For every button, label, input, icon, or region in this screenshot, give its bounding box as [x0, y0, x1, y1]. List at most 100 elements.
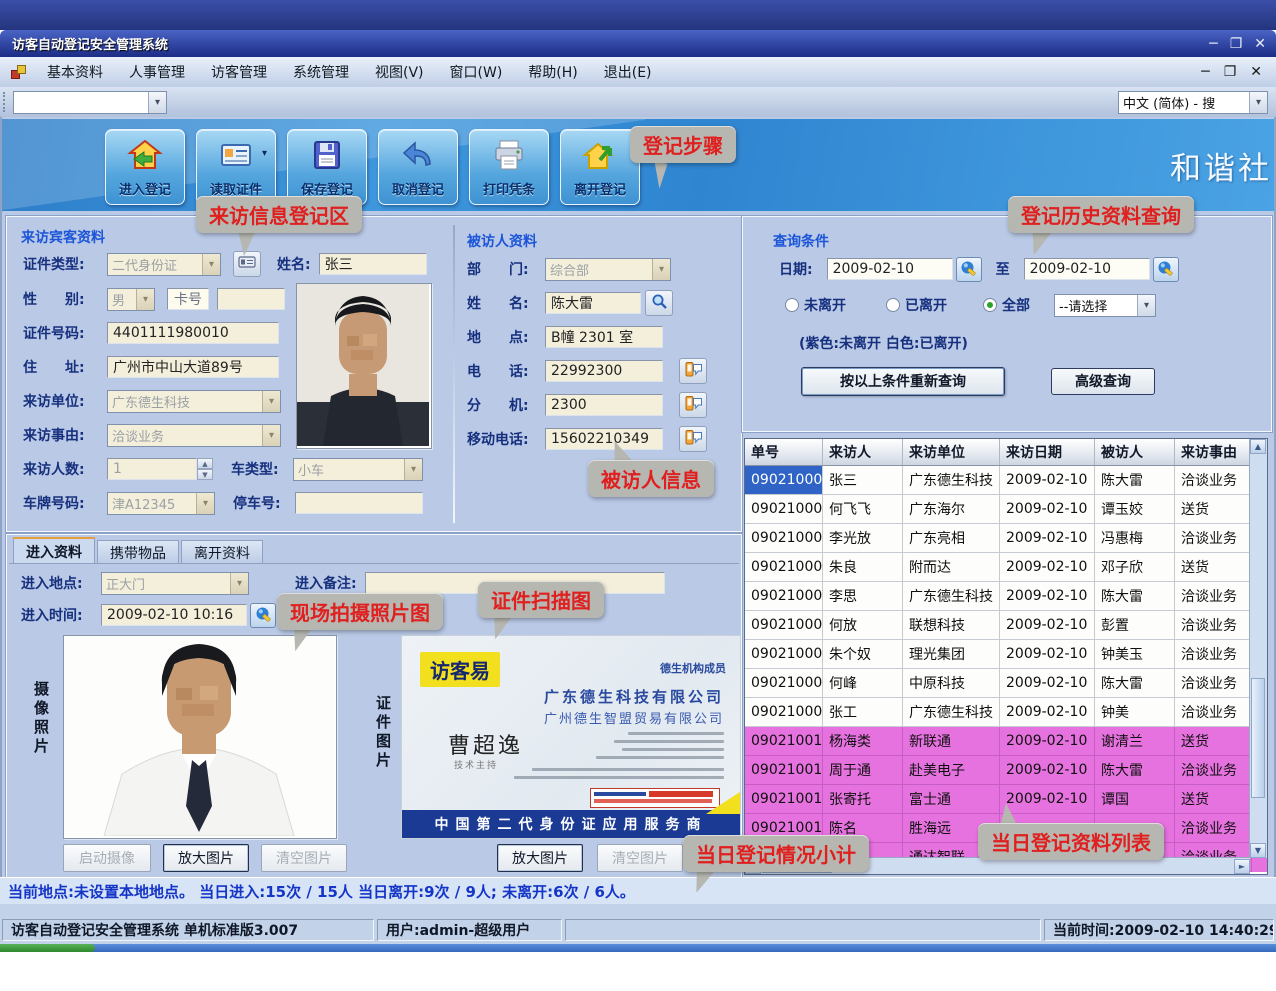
entry-place-select[interactable]: 正大门 ▾ [101, 572, 249, 595]
table-row-10[interactable]: 090210010杨海类新联通2009-02-10谢清兰送货 [745, 727, 1267, 756]
scroll-up-icon[interactable]: ▲ [1250, 439, 1266, 454]
table-cell[interactable]: 谭玉姣 [1095, 495, 1175, 524]
table-cell[interactable]: 张三 [823, 466, 903, 495]
table-cell[interactable]: 张工 [823, 698, 903, 727]
table-cell[interactable]: 洽谈业务 [1175, 756, 1252, 785]
radio-not-left[interactable] [785, 298, 799, 312]
mdi-close-icon[interactable]: ✕ [1250, 64, 1262, 80]
mobile-input[interactable]: 15602210349 [545, 428, 663, 450]
advanced-query-button[interactable]: 高级查询 [1051, 368, 1155, 395]
table-cell[interactable]: 洽谈业务 [1175, 611, 1252, 640]
close-icon[interactable]: ✕ [1254, 36, 1266, 52]
table-cell[interactable]: 广东德生科技 [903, 466, 1000, 495]
table-cell[interactable]: 何峰 [823, 669, 903, 698]
sms-ext-button[interactable] [679, 392, 707, 418]
table-cell[interactable]: 2009-02-10 [1000, 756, 1095, 785]
table-header-5[interactable]: 被访人 [1095, 439, 1175, 465]
table-cell[interactable]: 广东亮相 [903, 524, 1000, 553]
parking-input[interactable] [295, 492, 423, 514]
table-row-5[interactable]: 090210005李思广东德生科技2009-02-10陈大雷洽谈业务 [745, 582, 1267, 611]
toolbar-button-4[interactable]: 取消登记 [378, 129, 458, 205]
table-cell[interactable]: 2009-02-10 [1000, 553, 1095, 582]
mdi-minimize-icon[interactable]: ─ [1201, 64, 1209, 80]
table-header-1[interactable]: 单号 [745, 439, 823, 465]
taskbar-sliver[interactable] [0, 944, 1276, 952]
menu-item-8[interactable]: 退出(E) [591, 58, 665, 86]
table-cell[interactable]: 2009-02-10 [1000, 466, 1095, 495]
sms-phone-button[interactable] [679, 358, 707, 384]
table-cell[interactable]: 广东德生科技 [903, 582, 1000, 611]
menu-item-3[interactable]: 访客管理 [198, 58, 280, 86]
table-cell[interactable]: 送货 [1175, 495, 1252, 524]
menu-item-1[interactable]: 基本资料 [34, 58, 116, 86]
table-cell[interactable]: 洽谈业务 [1175, 466, 1252, 495]
table-header-3[interactable]: 来访单位 [903, 439, 1000, 465]
id-type-select[interactable]: 二代身份证 ▾ [107, 253, 221, 276]
chevron-down-icon[interactable]: ▾ [1249, 92, 1267, 113]
table-cell[interactable]: 陈大雷 [1095, 669, 1175, 698]
table-cell[interactable]: 新联通 [903, 727, 1000, 756]
quick-search-combo[interactable]: ▾ [13, 91, 167, 114]
table-row-11[interactable]: 090210011周于通赴美电子2009-02-10陈大雷洽谈业务 [745, 756, 1267, 785]
table-cell[interactable]: 联想科技 [903, 611, 1000, 640]
table-cell[interactable]: 周于通 [823, 756, 903, 785]
search-visited-button[interactable] [645, 290, 673, 316]
table-cell[interactable]: 090210010 [745, 727, 823, 756]
table-cell[interactable]: 李思 [823, 582, 903, 611]
table-cell[interactable]: 洽谈业务 [1175, 524, 1252, 553]
card-no-input[interactable] [217, 288, 285, 310]
table-cell[interactable]: 送货 [1175, 553, 1252, 582]
table-cell[interactable]: 2009-02-10 [1000, 611, 1095, 640]
visitor-name-input[interactable]: 张三 [319, 253, 427, 275]
restore-icon[interactable]: ❐ [1230, 36, 1243, 52]
toolbar-grip[interactable] [3, 92, 9, 112]
menu-item-7[interactable]: 帮助(H) [515, 58, 590, 86]
table-cell[interactable]: 送货 [1175, 785, 1252, 814]
reason-select[interactable]: 洽谈业务 ▾ [107, 424, 281, 447]
table-cell[interactable]: 洽谈业务 [1175, 582, 1252, 611]
minimize-icon[interactable]: ─ [1209, 36, 1217, 52]
phone-input[interactable]: 22992300 [545, 360, 663, 382]
table-cell[interactable]: 谭国 [1095, 785, 1175, 814]
toolbar-button-5[interactable]: 打印凭条 [469, 129, 549, 205]
table-cell[interactable]: 钟美玉 [1095, 640, 1175, 669]
table-cell[interactable]: 090210005 [745, 582, 823, 611]
mdi-restore-icon[interactable]: ❐ [1224, 64, 1237, 80]
address-input[interactable]: 广州市中山大道89号 [107, 356, 279, 378]
table-cell[interactable]: 中原科技 [903, 669, 1000, 698]
table-cell[interactable]: 洽谈业务 [1175, 640, 1252, 669]
start-camera-button[interactable]: 启动摄像 [63, 844, 151, 872]
chevron-down-icon[interactable]: ▾ [1137, 295, 1155, 316]
table-cell[interactable]: 杨海类 [823, 727, 903, 756]
company-select[interactable]: 广东德生科技 ▾ [107, 390, 281, 413]
table-cell[interactable]: 彭置 [1095, 611, 1175, 640]
count-input[interactable]: 1 [107, 458, 197, 480]
date-to-picker-button[interactable] [1153, 257, 1179, 282]
table-cell[interactable]: 090210007 [745, 640, 823, 669]
menu-item-5[interactable]: 视图(V) [362, 58, 437, 86]
tab-entry-info[interactable]: 进入资料 [13, 537, 95, 564]
menu-item-6[interactable]: 窗口(W) [437, 58, 516, 86]
table-cell[interactable]: 090210003 [745, 524, 823, 553]
vertical-scrollbar[interactable]: ▲ ▼ [1249, 439, 1267, 858]
table-cell[interactable]: 广东德生科技 [903, 698, 1000, 727]
radio-left[interactable] [886, 298, 900, 312]
table-cell[interactable]: 洽谈业务 [1175, 669, 1252, 698]
table-cell[interactable]: 2009-02-10 [1000, 640, 1095, 669]
table-cell[interactable]: 090210002 [745, 495, 823, 524]
chevron-down-icon[interactable]: ▾ [262, 148, 267, 159]
table-cell[interactable]: 090210012 [745, 785, 823, 814]
table-cell[interactable]: 富士通 [903, 785, 1000, 814]
table-cell[interactable]: 洽谈业务 [1175, 698, 1252, 727]
table-row-4[interactable]: 090210004朱良附而达2009-02-10邓子欣送货 [745, 553, 1267, 582]
clear-card-button[interactable]: 清空图片 [597, 844, 683, 872]
table-cell[interactable]: 090210008 [745, 669, 823, 698]
table-cell[interactable]: 附而达 [903, 553, 1000, 582]
entry-time-picker-button[interactable] [250, 603, 276, 628]
radio-all[interactable] [983, 298, 997, 312]
table-header-6[interactable]: 来访事由 [1175, 439, 1252, 465]
table-row-8[interactable]: 090210008何峰中原科技2009-02-10陈大雷洽谈业务 [745, 669, 1267, 698]
scroll-down-icon[interactable]: ▼ [1250, 843, 1266, 858]
table-cell[interactable]: 朱良 [823, 553, 903, 582]
plate-select[interactable]: 津A12345 ▾ [107, 492, 215, 515]
